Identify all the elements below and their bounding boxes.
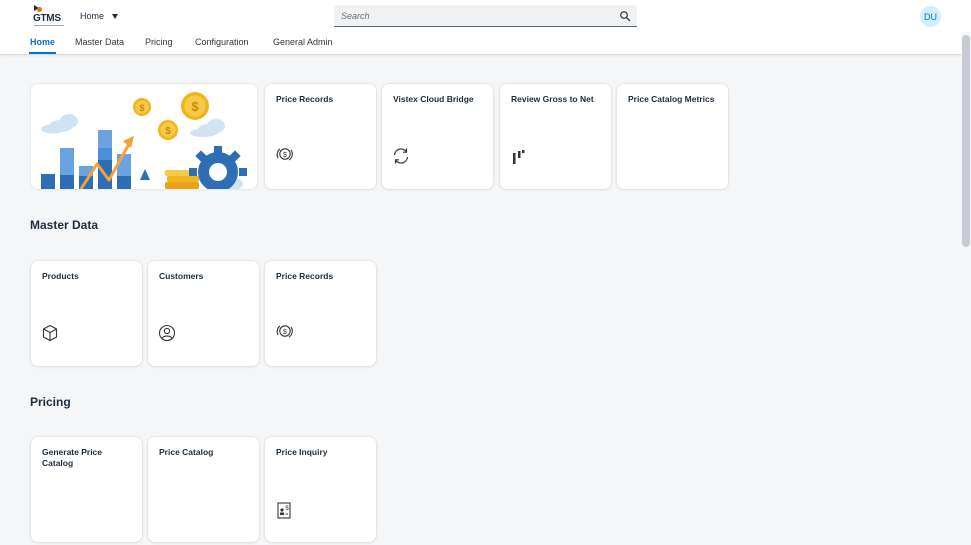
tab-home[interactable]: Home — [30, 37, 55, 47]
svg-text:$: $ — [139, 103, 144, 113]
tile-title: Price Records — [276, 271, 334, 281]
active-tab-indicator — [29, 52, 56, 54]
finance-growth-illustration: $ $ $ — [41, 92, 247, 189]
tile-title: Price Catalog Metrics — [628, 94, 715, 104]
tile-title: Price Inquiry — [276, 447, 328, 457]
tab-master-data[interactable]: Master Data — [75, 37, 124, 47]
user-avatar[interactable]: DU — [920, 6, 941, 27]
tile-price-records[interactable]: Price Records $ — [265, 84, 376, 189]
tile-generate-price-catalog[interactable]: Generate Price Catalog — [31, 437, 142, 542]
dollar-exchange-icon: $ — [276, 325, 293, 338]
section-title-pricing: Pricing — [30, 395, 71, 409]
tile-price-inquiry[interactable]: Price Inquiry $ — [265, 437, 376, 542]
home-menu-label: Home — [80, 11, 105, 21]
tile-review-gross-to-net[interactable]: Review Gross to Net — [500, 84, 611, 189]
dollar-exchange-icon: $ — [276, 148, 293, 161]
tile-title: Customers — [159, 271, 204, 281]
logo-text: GTMS — [33, 13, 61, 24]
section-title-master-data: Master Data — [30, 218, 99, 232]
tab-bar: Home Master Data Pricing Configuration G… — [0, 32, 971, 55]
caret-down-icon — [112, 14, 119, 19]
product-box-icon — [42, 324, 58, 342]
home-menu-button[interactable]: Home — [80, 8, 119, 24]
tab-pricing[interactable]: Pricing — [145, 37, 173, 47]
search-input[interactable] — [341, 8, 601, 24]
logo-spark-icon — [37, 7, 42, 12]
tab-general-admin[interactable]: General Admin — [273, 37, 333, 47]
refresh-icon — [393, 148, 409, 164]
shell-bar: GTMS Home DU — [0, 0, 971, 32]
svg-text:$: $ — [285, 506, 289, 512]
scrollbar-thumb[interactable] — [962, 35, 970, 247]
price-document-icon: $ — [277, 502, 291, 519]
gtms-logo[interactable]: GTMS — [33, 5, 65, 27]
svg-text:$: $ — [283, 329, 287, 336]
tile-title: Vistex Cloud Bridge — [393, 94, 474, 104]
tile-master-price-records[interactable]: Price Records $ — [265, 261, 376, 366]
tile-products[interactable]: Products — [31, 261, 142, 366]
search-field[interactable] — [334, 5, 637, 27]
welcome-illustration: $ $ $ — [31, 84, 257, 189]
customer-icon — [158, 324, 176, 342]
tile-title: Price Catalog — [159, 447, 214, 457]
tile-price-catalog[interactable]: Price Catalog — [148, 437, 259, 542]
svg-text:$: $ — [191, 99, 199, 114]
search-icon[interactable] — [619, 10, 631, 22]
tile-vistex-cloud-bridge[interactable]: Vistex Cloud Bridge — [382, 84, 493, 189]
tile-title: Review Gross to Net — [511, 94, 594, 104]
tile-title: Products — [42, 271, 79, 281]
tab-configuration[interactable]: Configuration — [195, 37, 249, 47]
logo-underline — [34, 25, 64, 26]
tile-price-catalog-metrics[interactable]: Price Catalog Metrics — [617, 84, 728, 189]
tile-title: Price Records — [276, 94, 334, 104]
tile-customers[interactable]: Customers — [148, 261, 259, 366]
bar-chart-icon — [513, 150, 525, 164]
page-scrollbar[interactable] — [961, 32, 971, 545]
svg-text:$: $ — [283, 152, 287, 159]
svg-text:$: $ — [165, 126, 171, 137]
tile-title: Generate Price Catalog — [42, 447, 103, 468]
